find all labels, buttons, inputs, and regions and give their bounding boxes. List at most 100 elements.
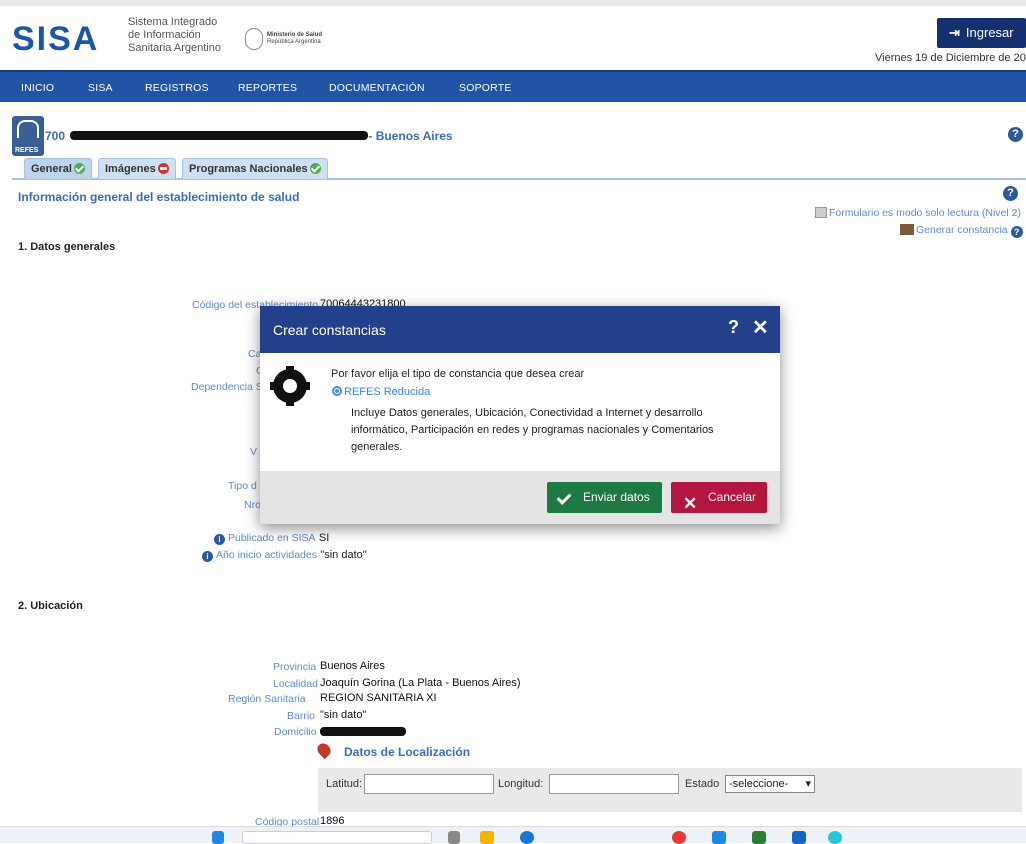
refes-reducida-radio[interactable] [332, 386, 342, 396]
logo-line-1: Sistema Integrado [128, 16, 218, 28]
option-description: Incluye Datos generales, Ubicación, Cone… [351, 407, 714, 453]
value-provincia: Buenos Aires [320, 660, 385, 672]
cancel-label: Cancelar [708, 490, 757, 504]
nav-sisa[interactable]: SISA [88, 82, 113, 94]
submit-label: Enviar datos [583, 490, 650, 504]
sisa-logo[interactable]: SISA [12, 20, 99, 59]
tab-bar: General Imágenes Programas Nacionales [12, 158, 1026, 180]
excel-icon[interactable] [752, 831, 766, 844]
map-pin-icon [314, 740, 334, 760]
refes-reducida-label[interactable]: REFES Reducida [344, 386, 430, 398]
redacted-address [320, 727, 406, 736]
localizacion-title: Datos de Localización [344, 745, 471, 759]
help-icon[interactable]: ? [1010, 226, 1023, 238]
logo-line-2: de Información [128, 29, 201, 41]
chrome-icon[interactable] [672, 831, 686, 844]
label-partial-4: V [250, 446, 258, 458]
check-icon [556, 490, 572, 505]
form-mode-link[interactable]: Formulario es modo solo lectura (Nivel 2… [815, 207, 1021, 219]
form-mode-label: Formulario es modo solo lectura (Nivel 2… [829, 207, 1021, 219]
check-icon [309, 163, 321, 174]
login-button[interactable]: ⇥ Ingresar [937, 18, 1026, 48]
nav-soporte[interactable]: SOPORTE [459, 82, 512, 94]
value-publicado: SI [318, 532, 330, 544]
establishment-code-prefix: 700 [45, 129, 66, 143]
establishment-province: - Buenos Aires [365, 129, 453, 143]
os-taskbar [0, 826, 1026, 844]
logo-subtitle: Sistema Integrado de Información Sanitar… [128, 16, 221, 55]
tab-general-label: General [31, 163, 72, 175]
latitud-input[interactable] [364, 774, 494, 794]
check-icon [73, 163, 85, 174]
dialog-close-icon[interactable]: ✕ [752, 315, 769, 340]
generate-certificate-link[interactable]: Generar constancia ? [900, 224, 1023, 238]
value-localidad: Joaquín Gorina (La Plata - Buenos Aires) [320, 677, 521, 689]
nav-inicio[interactable]: INICIO [21, 82, 54, 94]
chevron-down-icon: ▾ [805, 778, 811, 790]
dialog-header: Crear constancias ? ✕ [260, 306, 780, 353]
submit-button[interactable]: Enviar datos [547, 482, 662, 513]
ministerio-logo: Ministerio de Salud República Argentina [245, 28, 365, 50]
dialog-question: Por favor elija el tipo de constancia qu… [331, 368, 585, 380]
logo-line-3: Sanitaria Argentino [128, 42, 221, 54]
refes-building-icon: REFES [12, 116, 44, 156]
gear-icon [270, 366, 310, 406]
help-icon[interactable]: ? [1008, 127, 1023, 142]
header-bar: SISA Sistema Integrado de Información Sa… [0, 0, 1026, 70]
app-icon[interactable] [712, 831, 726, 844]
main-nav: INICIO SISA REGISTROS REPORTES DOCUMENTA… [0, 70, 1026, 102]
row-anio: i Año inicio actividades "sin dato" [202, 547, 367, 562]
label-latitud: Latitud: [326, 778, 363, 790]
label-domicilio: Domicilio [274, 726, 317, 738]
taskbar-search[interactable] [242, 831, 432, 844]
ministerio-line-2: República Argentina [267, 39, 321, 45]
logo-text-sisa: SISA [12, 20, 100, 58]
windows-start-icon[interactable] [212, 831, 224, 844]
app-icon[interactable] [828, 831, 842, 844]
edge-icon[interactable] [520, 831, 534, 844]
longitud-input[interactable] [549, 774, 679, 794]
tab-imagenes[interactable]: Imágenes [98, 158, 176, 179]
seal-icon [245, 28, 263, 50]
estado-selected-value: -seleccione- [729, 778, 789, 790]
redacted-name [70, 131, 368, 140]
folder-icon[interactable] [480, 831, 494, 844]
section-main-title: Información general del establecimiento … [18, 190, 300, 204]
section-datos-generales: 1. Datos generales [18, 241, 116, 253]
dialog-title: Crear constancias [273, 322, 386, 338]
printer-icon [900, 224, 914, 235]
word-icon[interactable] [792, 831, 806, 844]
label-longitud: Longitud: [498, 778, 544, 790]
login-icon: ⇥ [949, 25, 960, 40]
task-view-icon[interactable] [448, 831, 460, 844]
label-dependencia: Dependencia S [191, 381, 263, 393]
form-icon [815, 207, 827, 218]
row-publicado: i Publicado en SISA SI [214, 530, 329, 545]
nav-documentacion[interactable]: DOCUMENTACIÓN [329, 82, 425, 94]
current-date: Viernes 19 de Diciembre de 2025 [875, 52, 1026, 64]
label-anio: Año inicio actividades [216, 549, 317, 561]
value-region: REGION SANITARIA XI [320, 692, 437, 704]
localizacion-panel: Latitud: Longitud: Estado -seleccione- ▾ [318, 768, 1022, 812]
nav-reportes[interactable]: REPORTES [238, 82, 297, 94]
label-publicado: Publicado en SISA [228, 532, 316, 544]
label-provincia: Provincia [273, 661, 317, 673]
label-estado: Estado [685, 778, 720, 790]
tab-general[interactable]: General [24, 158, 92, 179]
help-icon[interactable]: ? [1003, 186, 1018, 201]
tab-programas-nacionales[interactable]: Programas Nacionales [182, 158, 328, 179]
dialog-help-icon[interactable]: ? [728, 317, 739, 338]
label-tipo: Tipo d [228, 480, 257, 492]
refes-badge-label: REFES [15, 147, 39, 154]
section-ubicacion: 2. Ubicación [18, 600, 83, 612]
ministerio-line-1: Ministerio de Salud [267, 32, 323, 38]
value-barrio: "sin dato" [320, 709, 367, 721]
nav-registros[interactable]: REGISTROS [145, 82, 209, 94]
label-region: Región Sanitaria [228, 693, 306, 705]
label-barrio: Barrio [287, 710, 316, 722]
estado-select[interactable]: -seleccione- ▾ [725, 775, 815, 793]
cancel-button[interactable]: ✕ Cancelar [671, 482, 767, 513]
login-label: Ingresar [965, 25, 1014, 40]
label-nro: Nro [244, 499, 261, 511]
label-localidad: Localidad [273, 678, 318, 690]
